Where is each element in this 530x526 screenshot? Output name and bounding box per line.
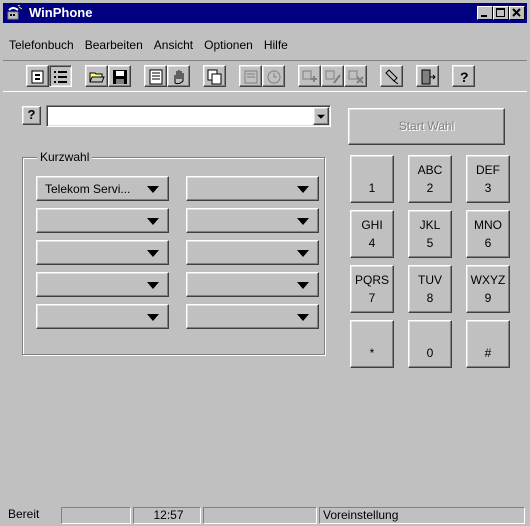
help-question-icon[interactable]: ? [452,65,475,87]
triangle-down-icon [147,314,159,321]
keypad-digit: 2 [426,181,434,195]
toolbar: ? [3,60,527,92]
status-field-2 [61,507,131,524]
keypad-key[interactable]: ABC 2 [408,155,452,203]
keypad-key[interactable]: PQRS 7 [350,265,394,313]
speed-dial-button[interactable] [36,272,169,297]
status-bar: Bereit 12:57 Voreinstellung [3,505,527,525]
keypad-key[interactable]: 1 [350,155,394,203]
keypad-digit: 3 [484,181,492,195]
keypad-key[interactable]: MNO 6 [466,210,510,258]
keypad-digit: # [484,346,492,360]
keypad-letters: PQRS [354,273,389,287]
triangle-down-icon [147,218,159,225]
menu-optionen[interactable]: Optionen [198,35,258,55]
menu-bearbeiten[interactable]: Bearbeiten [79,35,148,55]
speed-dial-button[interactable] [186,304,319,329]
menu-telefonbuch[interactable]: Telefonbuch [3,35,79,55]
keypad-letters: TUV [418,273,442,287]
triangle-down-icon [297,250,309,257]
keypad-key[interactable]: * [350,320,394,368]
svg-text:?: ? [460,69,469,85]
speed-dial-button[interactable] [186,208,319,233]
start-dial-button[interactable]: Start Wahl [348,108,505,145]
help-button[interactable]: ? [22,106,41,125]
keypad-key[interactable]: WXYZ 9 [466,265,510,313]
speed-dial-label: Telekom Servi... [45,182,131,196]
keypad-key[interactable]: 0 [408,320,452,368]
card-view-icon[interactable] [26,65,49,87]
speed-dial-button[interactable] [186,240,319,265]
keypad-letters: MNO [474,218,502,232]
menu-bar: Telefonbuch Bearbeiten Ansicht Optionen Hilf… [3,35,293,55]
keypad-key[interactable]: GHI 4 [350,210,394,258]
speed-dial-button[interactable] [36,240,169,265]
triangle-down-icon [147,282,159,289]
copy-icon[interactable] [203,65,226,87]
edit-entry-icon [321,65,344,87]
keypad-letters: DEF [476,163,500,177]
speed-dial-title: Kurzwahl [37,150,93,164]
title-bar[interactable]: WinPhone [3,3,527,23]
triangle-down-icon [297,282,309,289]
journal-icon [239,65,262,87]
list-view-icon[interactable] [49,65,72,87]
keypad-key[interactable]: # [466,320,510,368]
number-combobox[interactable] [46,105,331,127]
phonebook-icon[interactable] [144,65,167,87]
keypad-letters: GHI [361,218,383,232]
number-input[interactable] [49,108,311,124]
keypad-digit: 1 [368,181,376,195]
speed-dial-button[interactable] [36,304,169,329]
status-time: 12:57 [133,507,201,524]
triangle-down-icon [147,250,159,257]
keypad-key[interactable]: TUV 8 [408,265,452,313]
keypad-letters: JKL [419,218,441,232]
keypad-digit: * [369,346,375,360]
status-field-4 [203,507,317,524]
new-entry-icon [298,65,321,87]
status-profile: Voreinstellung [319,507,525,524]
speed-dial-button[interactable] [186,176,319,201]
keypad-letters: WXYZ [470,273,506,287]
triangle-down-icon [297,186,309,193]
speed-dial-button[interactable] [186,272,319,297]
keypad-digit: 8 [426,291,434,305]
keypad-digit: 7 [368,291,376,305]
close-icon[interactable] [509,6,525,20]
triangle-down-icon [147,186,159,193]
keypad-digit: 0 [426,346,434,360]
keypad-letters: ABC [417,163,443,177]
settings-icon[interactable] [380,65,403,87]
save-disk-icon[interactable] [108,65,131,87]
keypad-key[interactable]: JKL 5 [408,210,452,258]
phone-app-icon [7,5,23,20]
window-title: WinPhone [29,5,93,20]
keypad-key[interactable]: DEF 3 [466,155,510,203]
menu-ansicht[interactable]: Ansicht [148,35,198,55]
status-state: Bereit [8,507,40,521]
keypad-digit: 6 [484,236,492,250]
clock-icon [262,65,285,87]
maximize-icon[interactable] [493,6,509,20]
speed-dial-button[interactable]: Telekom Servi... [36,176,169,201]
chevron-down-icon[interactable] [313,107,329,125]
delete-entry-icon [344,65,367,87]
speed-dial-button[interactable] [36,208,169,233]
triangle-down-icon [297,314,309,321]
exit-door-icon[interactable] [416,65,439,87]
minimize-icon[interactable] [477,6,493,20]
winphone-window: WinPhone Telefonbuch Bearbeiten Ansicht Opt… [0,0,530,526]
speed-dial-group: Kurzwahl Telekom Servi... [22,150,325,355]
keypad-digit: 9 [484,291,492,305]
menu-hilfe[interactable]: Hilfe [258,35,293,55]
triangle-down-icon [297,218,309,225]
keypad-digit: 5 [426,236,434,250]
hand-icon[interactable] [167,65,190,87]
keypad-digit: 4 [368,236,376,250]
open-folder-icon[interactable] [85,65,108,87]
